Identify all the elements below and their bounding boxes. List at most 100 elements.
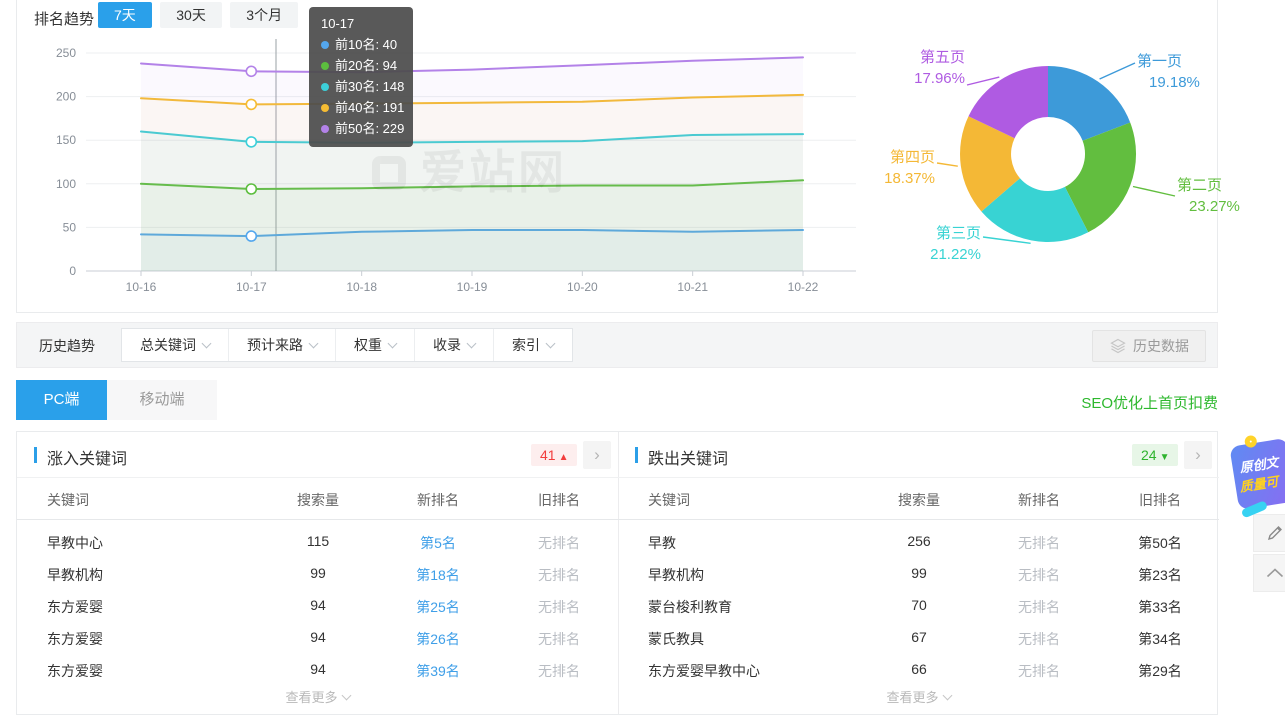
promo-badge[interactable]: 原创文 质量可 [1229,438,1285,510]
cell-old-rank: 无排名 [538,533,580,553]
svg-text:10-22: 10-22 [788,280,819,294]
cell-new-rank: 无排名 [1018,533,1060,553]
dropdown-estimated-traffic[interactable]: 预计来路 [229,329,336,361]
table-row: 东方爱婴94第26名无排名 [17,621,618,653]
tab-mobile[interactable]: 移动端 [107,380,217,420]
tooltip-series-values: 前10名: 40前20名: 94前30名: 148前40名: 191前50名: … [321,34,401,139]
history-trend-label: 历史趋势 [39,336,95,356]
chevron-down-icon [467,339,477,349]
pie-label-page5: 第五页17.96% [885,47,965,89]
svg-text:10-21: 10-21 [677,280,708,294]
table-row: 东方爱婴94第39名无排名 [17,653,618,685]
history-dropdown-group: 总关键词 预计来路 权重 收录 索引 [121,328,573,362]
svg-text:10-19: 10-19 [457,280,488,294]
chart-tooltip: 10-17 前10名: 40前20名: 94前30名: 148前40名: 191… [309,7,413,147]
dropdown-index[interactable]: 索引 [494,329,572,361]
cell-keyword: 东方爱婴 [47,661,103,681]
table-row: 蒙台梭利教育 70 无排名 第33名 [618,589,1219,621]
dropped-keywords-table: 跌出关键词 24▼ › 关键词 搜索量 新排名 旧排名 早教 256 无排名 第50名… [618,432,1219,714]
rising-view-more-button[interactable]: 查看更多 [17,687,618,706]
cell-search-volume: 67 [911,629,927,645]
up-arrow-icon: ▲ [559,452,569,463]
cell-old-rank: 第33名 [1138,597,1182,617]
keyword-tables-panel: 涨入关键词 41▲ › 关键词 搜索量 新排名 旧排名 早教中心115第5名无排… [16,431,1218,715]
rising-count-badge: 41▲ [531,444,577,466]
cell-keyword: 早教中心 [47,533,103,553]
cell-keyword: 蒙台梭利教育 [648,597,732,617]
dropdown-weight[interactable]: 权重 [336,329,415,361]
cell-old-rank: 第50名 [1138,533,1182,553]
cell-search-volume: 70 [911,597,927,613]
table-row: 东方爱婴94第25名无排名 [17,589,618,621]
rising-keywords-header: 涨入关键词 41▲ › [17,432,618,478]
feedback-edit-button[interactable] [1253,514,1285,552]
pie-label-page2: 第二页23.27% [1177,175,1257,217]
cell-keyword: 早教机构 [648,565,704,585]
dropped-count-badge: 24▼ [1132,444,1178,466]
cell-new-rank[interactable]: 第5名 [420,533,456,553]
dropped-view-more-button[interactable]: 查看更多 [618,687,1219,706]
cell-old-rank: 无排名 [538,565,580,585]
down-arrow-icon: ▼ [1160,452,1170,463]
svg-text:150: 150 [56,133,76,147]
pie-label-page1: 第一页19.18% [1137,51,1217,93]
dropdown-indexed[interactable]: 收录 [415,329,494,361]
tab-pc[interactable]: PC端 [16,380,107,420]
dropdown-total-keywords[interactable]: 总关键词 [122,329,229,361]
cell-keyword: 蒙氏教具 [648,629,704,649]
table-row: 蒙氏教具67无排名第34名 [618,621,1219,653]
dropped-more-arrow-button[interactable]: › [1184,441,1212,469]
dropped-keywords-title: 跌出关键词 [648,445,728,469]
cell-old-rank: 无排名 [538,597,580,617]
chevron-down-icon [546,339,556,349]
cell-keyword: 东方爱婴 [47,629,103,649]
cell-old-rank: 无排名 [538,629,580,649]
history-trend-bar: 历史趋势 总关键词 预计来路 权重 收录 索引 历史数据 [16,322,1218,368]
table-row: 东方爱婴早教中心 66 无排名 第29名 [618,653,1219,685]
back-to-top-button[interactable] [1253,554,1285,592]
promo-ring-icon [1244,435,1258,449]
cell-old-rank: 第23名 [1138,565,1182,585]
table-row: 早教中心 115 第5名 无排名 [17,525,618,557]
history-data-button[interactable]: 历史数据 [1092,330,1206,362]
rising-keywords-table: 涨入关键词 41▲ › 关键词 搜索量 新排名 旧排名 早教中心115第5名无排… [17,432,618,714]
pie-label-page3: 第三页21.22% [901,223,981,265]
cell-old-rank: 第29名 [1138,661,1182,681]
ranking-trend-panel: 排名趋势 7天 30天 3个月 05010015020025010-1610-1… [16,0,1218,313]
chevron-down-icon [309,339,319,349]
cell-new-rank: 无排名 [1018,597,1060,617]
cell-search-volume: 94 [310,597,326,613]
rising-keywords-rows: 早教中心115第5名无排名早教机构99第18名无排名东方爱婴94第25名无排名东… [17,525,618,685]
cell-new-rank[interactable]: 第39名 [416,661,460,681]
svg-text:200: 200 [56,90,76,104]
rising-more-arrow-button[interactable]: › [583,441,611,469]
cell-new-rank: 无排名 [1018,661,1060,681]
cell-new-rank[interactable]: 第18名 [416,565,460,585]
svg-text:0: 0 [69,264,76,278]
svg-text:100: 100 [56,177,76,191]
cell-search-volume: 66 [911,661,927,677]
cell-new-rank[interactable]: 第26名 [416,629,460,649]
page: 排名趋势 7天 30天 3个月 05010015020025010-1610-1… [0,0,1285,723]
layers-icon [1109,338,1127,354]
cell-search-volume: 115 [307,533,329,549]
cell-keyword: 早教机构 [47,565,103,585]
title-accent-bar [34,447,37,463]
svg-text:50: 50 [63,220,77,234]
chevron-down-icon [942,691,952,701]
cell-keyword: 早教 [648,533,676,553]
cell-keyword: 东方爱婴早教中心 [648,661,760,681]
seo-optimize-link[interactable]: SEO优化上首页扣费 [1081,392,1218,413]
svg-text:10-20: 10-20 [567,280,598,294]
tooltip-date: 10-17 [321,13,401,34]
table-row: 早教机构99第18名无排名 [17,557,618,589]
cell-new-rank[interactable]: 第25名 [416,597,460,617]
title-accent-bar [635,447,638,463]
rising-keywords-title: 涨入关键词 [47,445,127,469]
svg-text:250: 250 [56,46,76,60]
chevron-up-icon [1266,568,1284,578]
dropped-column-headers: 关键词 搜索量 新排名 旧排名 [618,478,1219,520]
svg-text:10-17: 10-17 [236,280,267,294]
cell-search-volume: 256 [907,533,930,549]
pencil-icon [1267,525,1283,541]
